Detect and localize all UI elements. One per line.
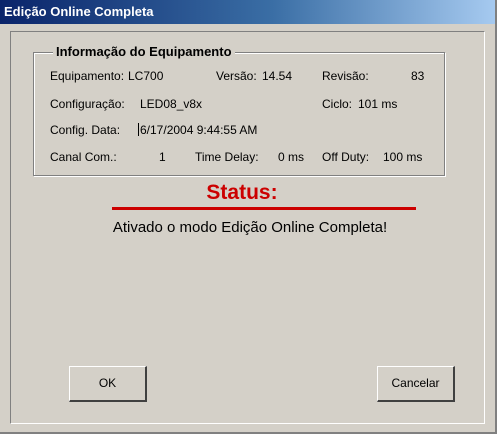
off-duty-label: Off Duty: <box>322 150 370 164</box>
configuracao-label: Configuração: <box>50 97 125 111</box>
off-duty-value: 100 ms <box>383 150 423 164</box>
time-delay-label: Time Delay: <box>195 150 259 164</box>
equipamento-value: LC700 <box>128 69 164 83</box>
ok-button[interactable]: OK <box>69 366 147 402</box>
configuracao-value: LED08_v8x <box>140 97 203 111</box>
revisao-label: Revisão: <box>322 69 369 83</box>
status-underline <box>112 207 416 210</box>
config-data-field[interactable]: 6/17/2004 9:44:55 AM <box>138 122 257 138</box>
versao-value: 14.54 <box>262 69 293 83</box>
canal-value: 1 <box>159 150 166 164</box>
equipment-info-group-title: Informação do Equipamento <box>53 44 235 60</box>
dialog-window: Edição Online Completa Informação do Equ… <box>0 0 497 434</box>
cancel-button[interactable]: Cancelar <box>377 366 455 402</box>
versao-label: Versão: <box>216 69 257 83</box>
equipamento-label: Equipamento: <box>50 69 125 83</box>
window-title: Edição Online Completa <box>4 4 154 19</box>
ciclo-label: Ciclo: <box>322 97 353 111</box>
revisao-value: 83 <box>411 69 425 83</box>
ciclo-value: 101 ms <box>358 97 398 111</box>
title-bar[interactable]: Edição Online Completa <box>0 0 495 24</box>
text-cursor <box>138 123 139 136</box>
time-delay-value: 0 ms <box>278 150 305 164</box>
status-message: Ativado o modo Edição Online Completa! <box>112 219 388 236</box>
canal-label: Canal Com.: <box>50 150 117 164</box>
status-title: Status: <box>206 181 278 204</box>
config-data-value: 6/17/2004 9:44:55 AM <box>140 123 258 137</box>
config-data-label: Config. Data: <box>50 123 121 137</box>
